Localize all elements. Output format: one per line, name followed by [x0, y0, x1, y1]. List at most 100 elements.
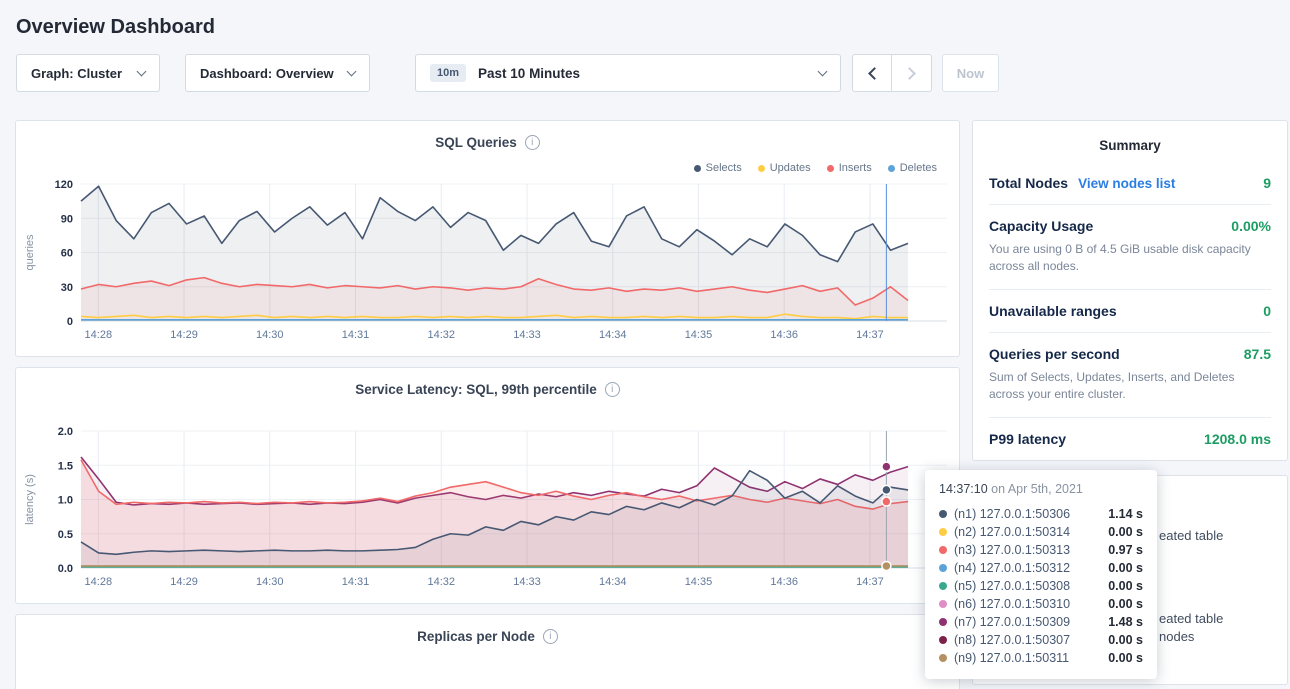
time-range-label: Past 10 Minutes	[478, 66, 809, 81]
node-series-dot	[939, 564, 947, 572]
replicas-per-node-title: Replicas per Node	[417, 629, 535, 644]
dashboard-dropdown[interactable]: Dashboard: Overview	[185, 54, 370, 92]
svg-text:2.0: 2.0	[58, 426, 73, 438]
updates-series-dot	[758, 165, 765, 172]
node-latency-value: 0.00 s	[1108, 561, 1143, 575]
legend-label: Updates	[770, 162, 811, 174]
node-address: (n4) 127.0.0.1:50312	[954, 561, 1100, 575]
svg-text:14:30: 14:30	[256, 576, 284, 588]
svg-text:1.5: 1.5	[58, 460, 73, 472]
graph-dropdown-label: Graph: Cluster	[31, 66, 128, 81]
sql-queries-panel: SQL Queries i Selects Updates Inserts	[15, 120, 960, 357]
svg-text:14:31: 14:31	[342, 576, 370, 588]
node-series-dot	[939, 546, 947, 554]
legend-label: Selects	[706, 162, 742, 174]
capacity-usage-subtext: You are using 0 B of 4.5 GiB usable disk…	[989, 241, 1271, 276]
legend-item-updates: Updates	[758, 162, 811, 174]
node-series-dot	[939, 618, 947, 626]
tooltip-row: (n5) 127.0.0.1:50308 0.00 s	[939, 577, 1143, 595]
node-address: (n5) 127.0.0.1:50308	[954, 579, 1100, 593]
qps-subtext: Sum of Selects, Updates, Inserts, and De…	[989, 369, 1271, 404]
node-latency-value: 1.14 s	[1108, 507, 1143, 521]
node-address: (n2) 127.0.0.1:50314	[954, 525, 1100, 539]
dashboard-dropdown-label: Dashboard: Overview	[200, 66, 338, 81]
summary-queries-per-second: Queries per second 87.5 Sum of Selects, …	[989, 333, 1271, 418]
tooltip-time: 14:37:10	[939, 482, 988, 496]
time-next-button[interactable]	[892, 54, 932, 92]
legend-label: Deletes	[900, 162, 937, 174]
node-address: (n7) 127.0.0.1:50309	[954, 615, 1100, 629]
tooltip-row: (n8) 127.0.0.1:50307 0.00 s	[939, 631, 1143, 649]
svg-text:60: 60	[61, 248, 73, 260]
view-nodes-list-link[interactable]: View nodes list	[1078, 176, 1175, 191]
time-prev-button[interactable]	[852, 54, 892, 92]
node-series-dot	[939, 582, 947, 590]
summary-p99-latency: P99 latency 1208.0 ms	[989, 418, 1271, 460]
sql-queries-chart[interactable]: 030609012014:2814:2914:3014:3114:3214:33…	[19, 178, 955, 350]
page-title: Overview Dashboard	[0, 0, 1290, 39]
graph-dropdown[interactable]: Graph: Cluster	[16, 54, 160, 92]
svg-text:14:29: 14:29	[170, 329, 198, 341]
node-series-dot	[939, 654, 947, 662]
svg-text:90: 90	[61, 213, 73, 225]
svg-text:30: 30	[61, 282, 73, 294]
inserts-series-dot	[827, 165, 834, 172]
svg-text:14:28: 14:28	[85, 329, 113, 341]
time-range-dropdown[interactable]: 10m Past 10 Minutes	[415, 54, 841, 92]
chevron-down-icon	[818, 67, 828, 77]
tooltip-timestamp: 14:37:10 on Apr 5th, 2021	[939, 482, 1143, 496]
node-latency-value: 0.00 s	[1108, 633, 1143, 647]
tooltip-row: (n4) 127.0.0.1:50312 0.00 s	[939, 559, 1143, 577]
info-icon[interactable]: i	[525, 135, 540, 150]
svg-text:14:34: 14:34	[599, 329, 627, 341]
svg-text:14:33: 14:33	[513, 329, 541, 341]
qps-label: Queries per second	[989, 346, 1120, 362]
svg-text:14:36: 14:36	[770, 329, 798, 341]
sql-chart-legend: Selects Updates Inserts Deletes	[16, 150, 959, 176]
legend-item-selects: Selects	[694, 162, 742, 174]
svg-text:14:33: 14:33	[513, 576, 541, 588]
summary-panel: Summary Total Nodes View nodes list 9 Ca…	[972, 120, 1288, 461]
svg-text:queries: queries	[24, 234, 36, 271]
capacity-usage-label: Capacity Usage	[989, 218, 1093, 234]
service-latency-title: Service Latency: SQL, 99th percentile	[355, 382, 597, 397]
controls-bar: Graph: Cluster Dashboard: Overview 10m P…	[16, 54, 1290, 92]
tooltip-row: (n3) 127.0.0.1:50313 0.97 s	[939, 541, 1143, 559]
node-series-dot	[939, 600, 947, 608]
unavailable-ranges-label: Unavailable ranges	[989, 303, 1117, 319]
chart-hover-tooltip: 14:37:10 on Apr 5th, 2021 (n1) 127.0.0.1…	[925, 470, 1157, 679]
p99-latency-label: P99 latency	[989, 431, 1066, 447]
service-latency-panel: Service Latency: SQL, 99th percentile i …	[15, 367, 960, 604]
event-item[interactable]: nodes	[1159, 629, 1194, 644]
info-icon[interactable]: i	[543, 629, 558, 644]
chevron-right-icon	[903, 67, 916, 80]
svg-text:latency (s): latency (s)	[24, 474, 36, 525]
svg-text:14:32: 14:32	[427, 576, 455, 588]
service-latency-chart[interactable]: 0.00.51.01.52.014:2814:2914:3014:3114:32…	[19, 425, 955, 597]
deletes-series-dot	[888, 165, 895, 172]
chevron-down-icon	[137, 67, 147, 77]
node-series-dot	[939, 636, 947, 644]
unavailable-ranges-value: 0	[1263, 303, 1271, 319]
event-item[interactable]: eated table	[1159, 611, 1223, 626]
svg-text:14:30: 14:30	[256, 329, 284, 341]
svg-text:14:34: 14:34	[599, 576, 627, 588]
legend-item-deletes: Deletes	[888, 162, 937, 174]
svg-text:0: 0	[67, 316, 73, 328]
node-latency-value: 1.48 s	[1108, 615, 1143, 629]
svg-text:0.0: 0.0	[58, 563, 73, 575]
tooltip-row: (n9) 127.0.0.1:50311 0.00 s	[939, 649, 1143, 667]
node-address: (n9) 127.0.0.1:50311	[954, 651, 1100, 665]
svg-text:120: 120	[55, 179, 73, 191]
capacity-usage-value: 0.00%	[1231, 218, 1271, 234]
tooltip-row: (n1) 127.0.0.1:50306 1.14 s	[939, 505, 1143, 523]
svg-text:14:28: 14:28	[85, 576, 113, 588]
legend-item-inserts: Inserts	[827, 162, 872, 174]
svg-text:14:29: 14:29	[170, 576, 198, 588]
event-item[interactable]: eated table	[1159, 528, 1223, 543]
info-icon[interactable]: i	[605, 382, 620, 397]
time-range-badge: 10m	[430, 64, 466, 82]
tooltip-row: (n6) 127.0.0.1:50310 0.00 s	[939, 595, 1143, 613]
now-button[interactable]: Now	[942, 54, 999, 92]
chevron-down-icon	[347, 67, 357, 77]
